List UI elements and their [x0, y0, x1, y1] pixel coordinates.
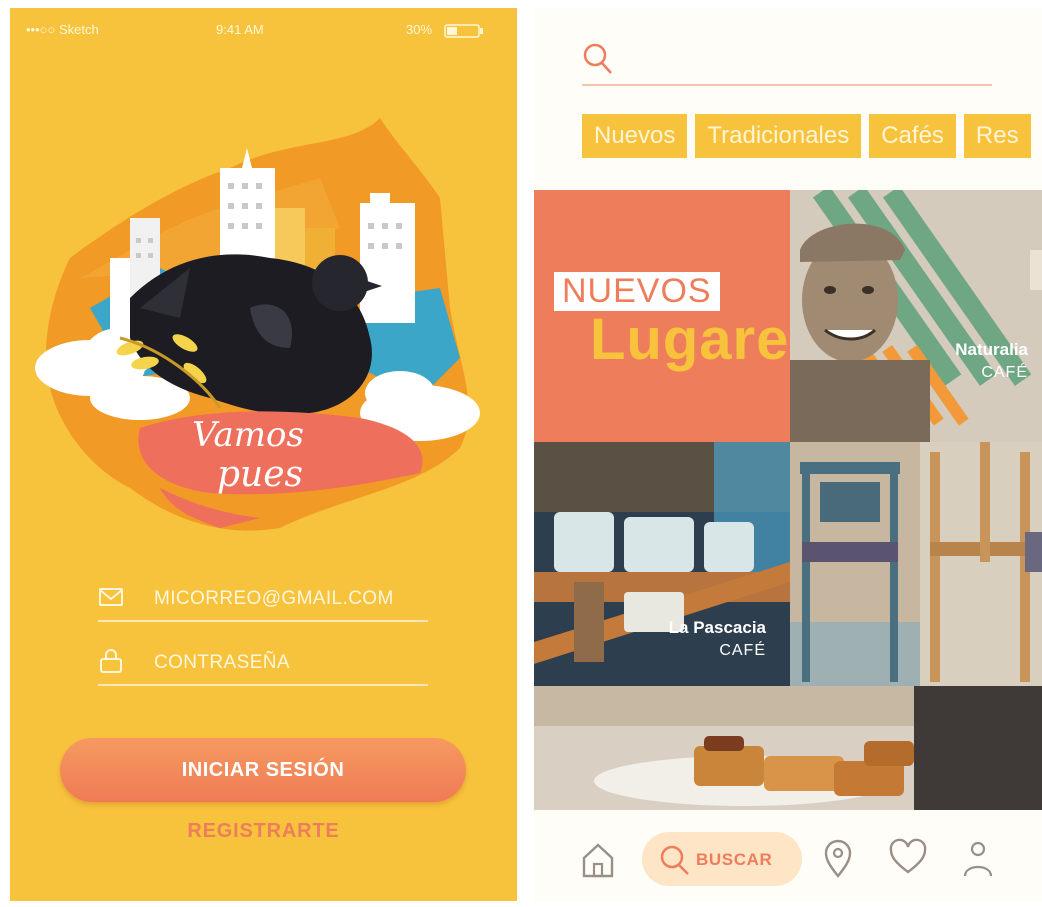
new-places-banner[interactable]: NUEVOS Lugares	[534, 190, 790, 442]
status-bar: •••○○ Sketch 9:41 AM 30%	[10, 22, 517, 42]
app-logo-illustration: Vamos pues	[35, 118, 480, 531]
place-name-la-pascacia: La Pascacia	[668, 618, 766, 637]
search-input[interactable]	[582, 36, 992, 86]
chairs-photo	[790, 442, 1042, 686]
heart-icon[interactable]	[888, 836, 928, 882]
banner-line2: Lugares	[590, 307, 790, 372]
user-icon[interactable]	[960, 836, 996, 882]
place-card-food[interactable]	[534, 686, 1042, 810]
chip-tradicionales[interactable]: Tradicionales	[695, 114, 862, 158]
envelope-icon	[99, 588, 123, 606]
place-name-naturalia: Naturalia	[955, 340, 1028, 359]
place-card-chairs[interactable]	[790, 442, 1042, 686]
password-field[interactable]: CONTRASEÑA	[98, 644, 428, 686]
place-type-la-pascacia: CAFÉ	[719, 642, 766, 659]
lock-icon	[100, 649, 122, 673]
search-icon	[583, 43, 612, 74]
email-field[interactable]: MICORREO@GMAIL.COM	[98, 580, 428, 622]
logo-text-vamos: Vamos	[192, 415, 304, 455]
battery-icon	[444, 24, 483, 38]
search-icon	[660, 845, 689, 875]
naturalia-photo	[790, 190, 1042, 442]
login-screen: •••○○ Sketch 9:41 AM 30% Vamos pues MICO…	[10, 8, 517, 901]
chip-cafes[interactable]: Cafés	[869, 114, 956, 158]
search-screen: Nuevos Tradicionales Cafés Res NUEVOS Lugar…	[534, 8, 1042, 901]
tab-buscar-label: BUSCAR	[696, 850, 773, 869]
status-battery: 30%	[406, 22, 433, 37]
place-type-naturalia: CAFÉ	[981, 364, 1028, 381]
login-button[interactable]: INICIAR SESIÓN	[60, 738, 466, 802]
register-link[interactable]: REGISTRARTE	[10, 820, 517, 843]
email-value: MICORREO@GMAIL.COM	[154, 588, 394, 609]
category-chips: Nuevos Tradicionales Cafés Res	[582, 114, 1039, 158]
chip-restaurantes[interactable]: Res	[963, 114, 1031, 158]
place-card-la-pascacia[interactable]: La Pascacia CAFÉ	[534, 442, 790, 686]
password-placeholder: CONTRASEÑA	[154, 652, 290, 673]
home-icon[interactable]	[580, 836, 616, 882]
bottom-tab-bar: BUSCAR	[534, 824, 1042, 894]
location-pin-icon[interactable]	[820, 836, 856, 882]
status-carrier: •••○○ Sketch	[26, 22, 99, 37]
place-card-naturalia[interactable]: Naturalia CAFÉ	[790, 190, 1042, 442]
logo-text-pues: pues	[217, 454, 303, 495]
status-time: 9:41 AM	[216, 22, 264, 37]
chip-nuevos[interactable]: Nuevos	[582, 114, 688, 158]
places-grid: NUEVOS Lugares	[534, 190, 1042, 810]
tab-buscar[interactable]: BUSCAR	[642, 832, 802, 886]
food-photo	[534, 686, 1042, 810]
